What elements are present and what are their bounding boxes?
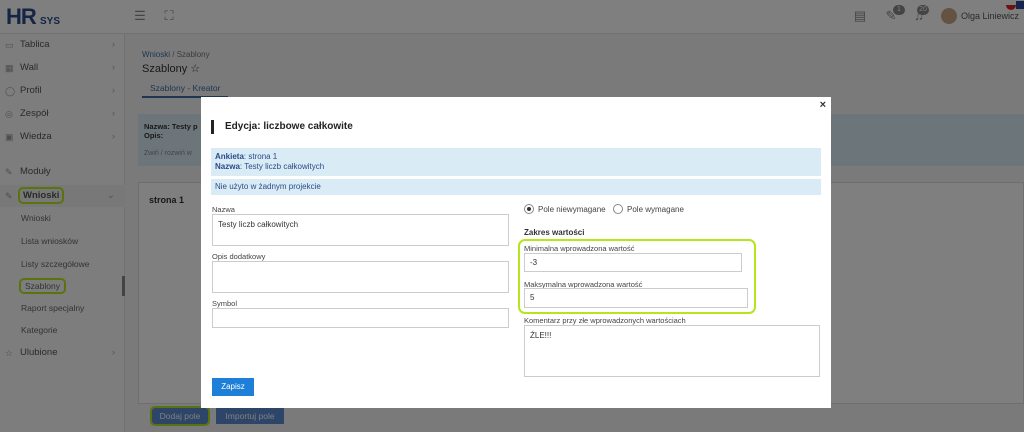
comment-input[interactable]: ŹLE!!! bbox=[524, 325, 820, 377]
name-value: : Testy liczb całkowitych bbox=[239, 162, 325, 171]
modal-info-box: Ankieta: strona 1 Nazwa: Testy liczb cał… bbox=[211, 148, 821, 176]
field-name-label: Nazwa bbox=[212, 205, 235, 214]
save-button[interactable]: Zapisz bbox=[212, 378, 254, 396]
range-highlight bbox=[518, 239, 756, 314]
survey-label: Ankieta bbox=[215, 152, 244, 161]
survey-line: Ankieta: strona 1 bbox=[215, 152, 817, 162]
radio-required[interactable] bbox=[613, 204, 623, 214]
comment-label: Komentarz przy złe wprowadzonych wartośc… bbox=[524, 316, 686, 325]
field-name-input[interactable]: Testy liczb całkowitych bbox=[212, 214, 509, 246]
name-line: Nazwa: Testy liczb całkowitych bbox=[215, 162, 817, 172]
range-heading: Zakres wartości bbox=[524, 228, 585, 237]
radio-required-label[interactable]: Pole wymagane bbox=[627, 205, 684, 214]
symbol-label: Symbol bbox=[212, 299, 238, 308]
usage-info: Nie użyto w żadnym projekcie bbox=[211, 179, 821, 195]
radio-optional-label[interactable]: Pole niewymagane bbox=[538, 205, 606, 214]
close-icon[interactable]: × bbox=[820, 99, 826, 111]
name-label: Nazwa bbox=[215, 162, 240, 171]
symbol-input[interactable] bbox=[212, 308, 509, 328]
modal-title: Edycja: liczbowe całkowite bbox=[211, 120, 353, 134]
extra-desc-input[interactable] bbox=[212, 261, 509, 293]
survey-value: : strona 1 bbox=[243, 152, 278, 161]
extra-desc-label: Opis dodatkowy bbox=[212, 252, 266, 261]
radio-optional[interactable] bbox=[524, 204, 534, 214]
